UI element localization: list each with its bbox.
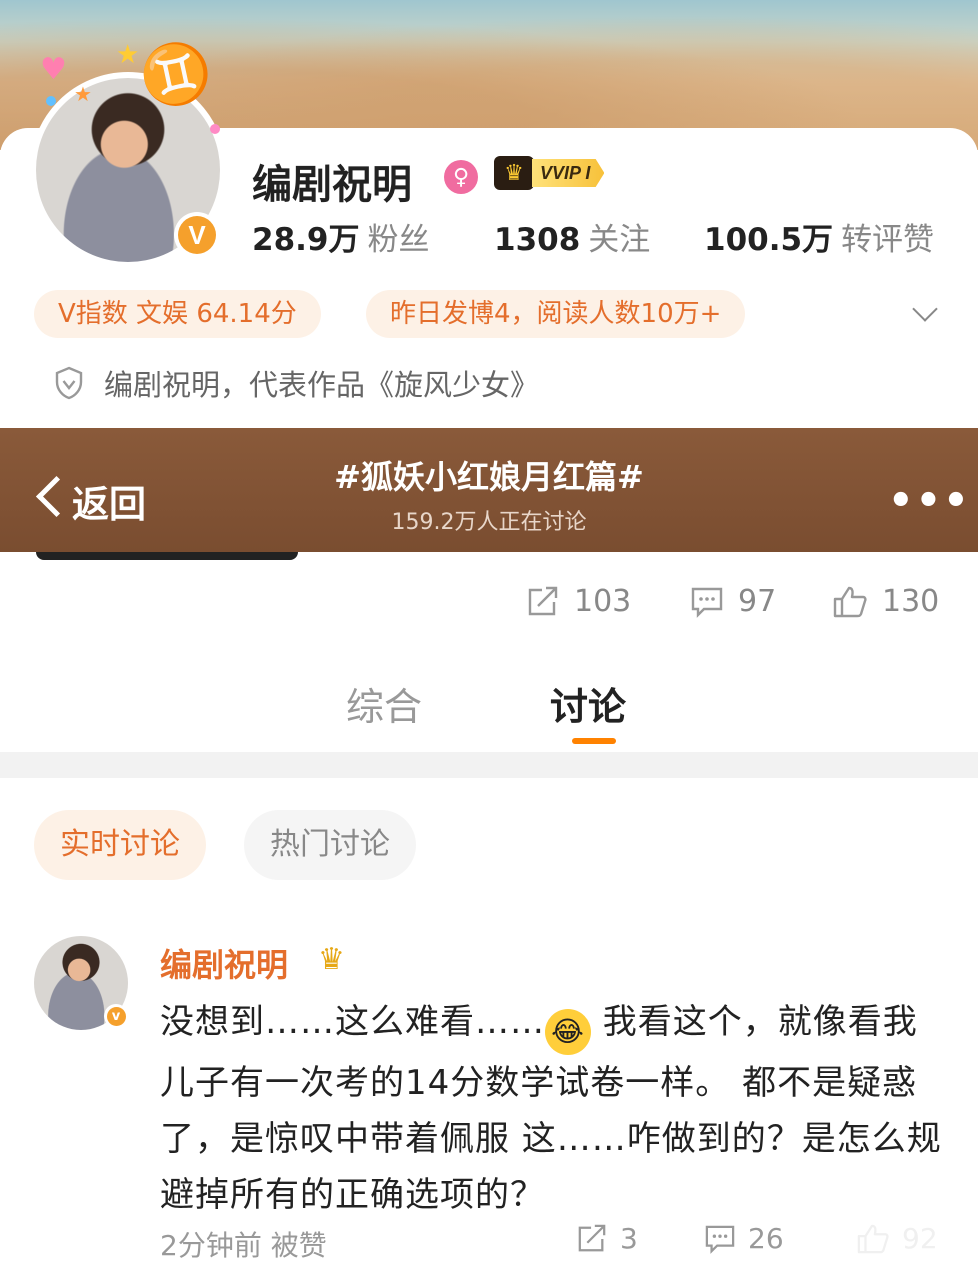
heart-decoration-icon: ♥ (40, 52, 67, 87)
repost-icon (528, 586, 558, 615)
dot-decoration-icon (46, 96, 56, 106)
section-divider (0, 752, 978, 778)
vvip-label: VVIP I (532, 159, 605, 187)
profile-intro: 编剧祝明，代表作品《旋风少女》 (104, 368, 540, 402)
comment-count: 97 (738, 584, 777, 619)
topic-discussion-count: 159.2万人正在讨论 (391, 510, 587, 535)
following-label: 关注 (588, 222, 651, 258)
vip-crown-icon: ♛ (318, 942, 345, 977)
more-options-icon[interactable]: ••• (888, 478, 971, 524)
following-stat[interactable]: 1308 关注 (494, 214, 650, 259)
repost-button[interactable]: 103 (526, 584, 631, 619)
topic-title: #狐妖小红娘月红篇# (334, 458, 644, 496)
comment-icon (691, 587, 723, 618)
dot-decoration-icon (210, 124, 220, 134)
followers-stat[interactable]: 28.9万 粉丝 (252, 214, 430, 259)
female-gender-icon: ♀ (444, 160, 478, 194)
realtime-discussion-filter[interactable]: 实时讨论 (34, 810, 206, 880)
engagement-stat[interactable]: 100.5万 转评赞 (704, 214, 934, 259)
post-author-name[interactable]: 编剧祝明 (160, 940, 288, 986)
repost-icon (578, 1224, 606, 1251)
engagement-label: 转评赞 (841, 222, 935, 258)
comment-button[interactable]: 97 (690, 584, 776, 619)
active-tab-indicator (572, 738, 616, 744)
star-decoration-icon: ★ (74, 82, 92, 106)
like-button[interactable]: 130 (832, 584, 939, 619)
post-meta: 2分钟前 被赞 (160, 1229, 327, 1262)
followers-count: 28.9万 (252, 222, 360, 258)
post-comment-count: 26 (748, 1222, 784, 1255)
repost-count: 103 (574, 584, 632, 619)
post-text-part1: 没想到……这么难看…… (160, 1002, 545, 1042)
vvip-badge[interactable]: ♛ VVIP I (494, 156, 624, 190)
v-index-pill[interactable]: V指数 文娱 64.14分 (34, 290, 321, 338)
gemini-zodiac-icon: ♊ (133, 33, 219, 115)
post-repost-button[interactable]: 3 (576, 1222, 638, 1255)
hot-discussion-filter[interactable]: 热门讨论 (244, 810, 416, 880)
verified-badge-icon: V (174, 212, 220, 258)
post-text: 没想到……这么难看…… 😂 我看这个，就像看我儿子有一次考的14分数学试卷一样。 … (160, 994, 950, 1223)
tab-overview[interactable]: 综合 (346, 676, 422, 731)
watermark-overlay (780, 1218, 978, 1268)
like-count: 130 (882, 584, 940, 619)
profile-name: 编剧祝明 (252, 162, 412, 208)
crown-icon: ♛ (494, 156, 534, 190)
following-count: 1308 (494, 222, 581, 258)
engagement-count: 100.5万 (704, 222, 834, 258)
thumbs-up-icon (833, 586, 867, 617)
tab-discussion[interactable]: 讨论 (550, 676, 626, 731)
daily-posts-pill[interactable]: 昨日发博4，阅读人数10万+ (366, 290, 746, 338)
followers-label: 粉丝 (367, 222, 430, 258)
laughing-emoji-icon: 😂 (545, 1009, 591, 1055)
shield-icon (55, 366, 83, 400)
media-edge (36, 552, 298, 560)
post-comment-button[interactable]: 26 (704, 1222, 784, 1255)
verified-badge-icon: v (104, 1004, 128, 1028)
post-repost-count: 3 (620, 1222, 638, 1255)
comment-icon (705, 1225, 735, 1254)
